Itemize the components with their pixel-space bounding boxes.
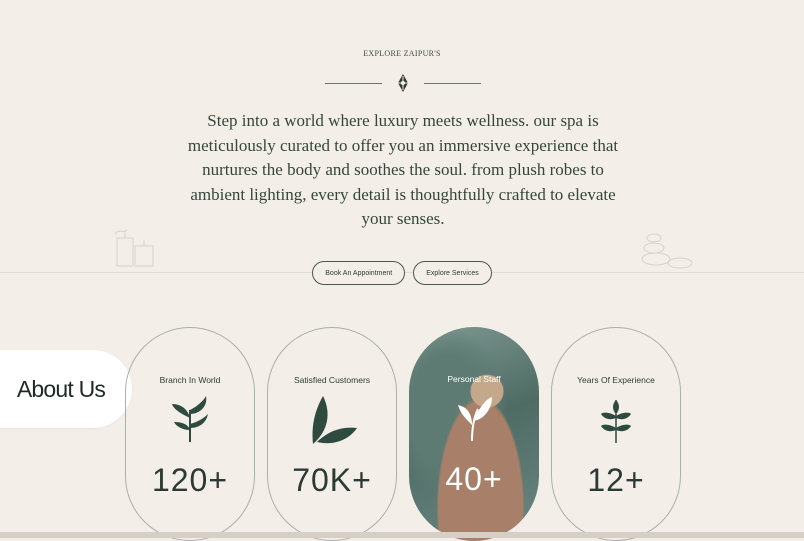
stat-value: 120+ <box>151 462 229 498</box>
diamond-ornament-icon <box>393 74 413 92</box>
stat-label: Satisfied Customers <box>293 375 371 385</box>
intro-text: Step into a world where luxury meets wel… <box>187 111 619 229</box>
stat-card-customers: Satisfied Customers 70K+ <box>267 327 397 541</box>
explore-services-button[interactable]: Explore Services <box>413 261 492 285</box>
stat-card-branches: Branch In World 120+ <box>125 327 255 541</box>
stat-label: Years Of Experience <box>577 375 655 385</box>
ornament-divider <box>325 73 481 93</box>
stat-card-experience: Years Of Experience 12+ <box>551 327 681 541</box>
eyebrow: EXPLORE ZAIPUR'S <box>363 49 441 58</box>
stat-card-staff: Personal Staff 40+ <box>409 327 539 541</box>
book-appointment-button[interactable]: Book An Appointment <box>312 261 406 285</box>
stat-label: Personal Staff <box>447 374 501 384</box>
about-us-label: About Us <box>16 375 106 402</box>
stat-value: 40+ <box>445 461 503 497</box>
about-us-button[interactable]: About Us <box>0 350 132 428</box>
stat-value: 70K+ <box>292 462 372 498</box>
leaf-icon <box>458 397 492 442</box>
leaf-sprig-icon <box>172 396 208 442</box>
stat-value: 12+ <box>587 462 645 498</box>
stat-label: Branch In World <box>159 375 221 385</box>
leaves-icon <box>312 396 357 444</box>
herb-icon <box>601 400 631 443</box>
bottom-band <box>0 532 804 538</box>
